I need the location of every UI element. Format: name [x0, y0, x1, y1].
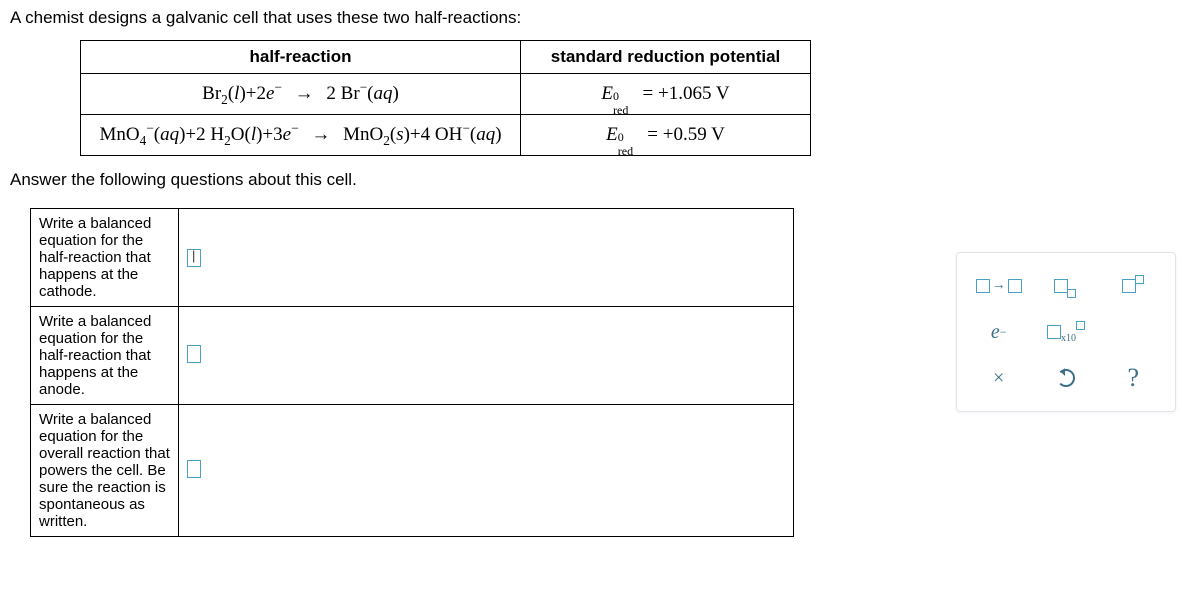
prompt-overall: Write a balanced equation for the overal… — [31, 405, 179, 537]
square-icon — [1008, 279, 1022, 293]
reaction-2: MnO4−(aq)+2 H2O(l)+3e− → MnO2(s)+4 OH−(a… — [81, 115, 521, 156]
prompt-cathode: Write a balanced equation for the half-r… — [31, 209, 179, 307]
tool-scientific[interactable]: x10 — [1043, 313, 1089, 351]
answer-cathode[interactable]: | — [179, 209, 794, 307]
potential-1-value: +1.065 V — [658, 83, 730, 104]
arrow-icon: → — [295, 83, 314, 105]
equation-toolbar: → e− x10 × ? — [956, 252, 1176, 412]
input-placeholder-icon[interactable] — [187, 345, 201, 363]
potential-2-value: +0.59 V — [663, 124, 725, 145]
arrow-icon: → — [992, 278, 1006, 294]
input-placeholder-icon[interactable] — [187, 460, 201, 478]
x10-label: x10 — [1061, 333, 1076, 344]
header-reaction: half-reaction — [81, 41, 521, 74]
square-small-icon — [1067, 289, 1076, 298]
close-icon: × — [993, 367, 1004, 390]
potential-2: E0red = +0.59 V — [521, 115, 811, 156]
reaction-1: Br2(l)+2e− → 2 Br−(aq) — [81, 74, 521, 115]
help-icon: ? — [1128, 363, 1140, 393]
reaction-1-rhs: 2 Br−(aq) — [326, 83, 398, 104]
tool-electron[interactable]: e− — [976, 313, 1022, 351]
potential-1: E0red = +1.065 V — [521, 74, 811, 115]
reset-icon — [1057, 369, 1075, 387]
answer-table: Write a balanced equation for the half-r… — [30, 208, 794, 537]
reset-button[interactable] — [1043, 359, 1089, 397]
reaction-2-rhs: MnO2(s)+4 OH−(aq) — [343, 124, 501, 145]
header-potential: standard reduction potential — [521, 41, 811, 74]
electron-label: e — [991, 321, 1000, 344]
tool-empty — [1110, 313, 1156, 351]
tool-yields[interactable]: → — [976, 267, 1022, 305]
reaction-2-lhs: MnO4−(aq)+2 H2O(l)+3e− — [99, 124, 298, 145]
reaction-1-lhs: Br2(l)+2e− — [202, 83, 282, 104]
square-icon — [1047, 325, 1061, 339]
followup-text: Answer the following questions about thi… — [10, 170, 1190, 190]
square-icon — [1122, 279, 1136, 293]
potential-symbol: E0red — [601, 83, 633, 104]
help-button[interactable]: ? — [1110, 359, 1156, 397]
prompt-anode: Write a balanced equation for the half-r… — [31, 307, 179, 405]
square-small-icon — [1135, 275, 1144, 284]
potential-symbol: E0red — [606, 124, 638, 145]
tool-superscript[interactable] — [1110, 267, 1156, 305]
tool-subscript[interactable] — [1043, 267, 1089, 305]
answer-anode[interactable] — [179, 307, 794, 405]
half-reaction-table: half-reaction standard reduction potenti… — [80, 40, 811, 156]
square-icon — [976, 279, 990, 293]
answer-overall[interactable] — [179, 405, 794, 537]
arrow-icon: → — [311, 124, 330, 146]
square-icon — [1054, 279, 1068, 293]
intro-text: A chemist designs a galvanic cell that u… — [10, 8, 1190, 28]
clear-button[interactable]: × — [976, 359, 1022, 397]
square-small-icon — [1076, 321, 1085, 330]
input-placeholder-icon[interactable]: | — [187, 249, 201, 267]
